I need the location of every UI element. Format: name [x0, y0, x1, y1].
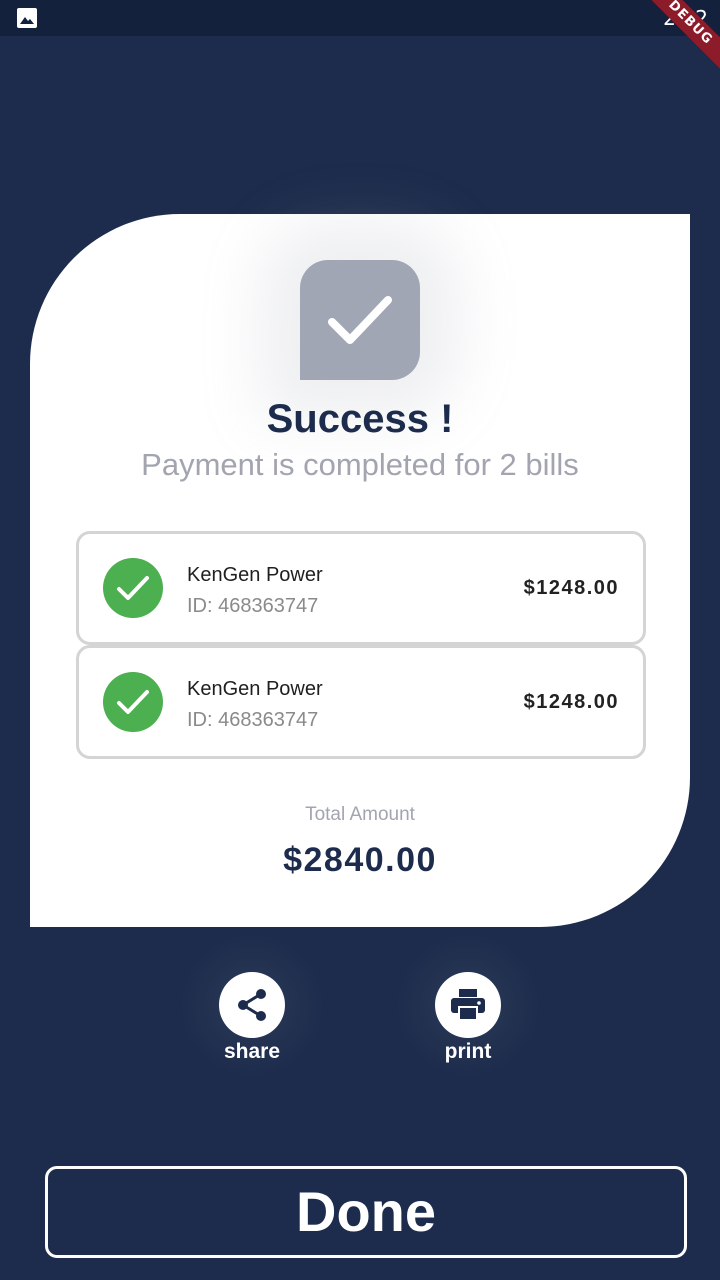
receipt-card: Success ! Payment is completed for 2 bil…	[30, 214, 690, 927]
print-icon	[451, 989, 485, 1021]
success-badge	[300, 260, 420, 380]
print-label: print	[444, 1040, 492, 1063]
image-icon	[17, 8, 37, 28]
check-circle-icon	[103, 558, 163, 618]
check-icon	[328, 296, 392, 344]
bill-amount: $1248.00	[523, 691, 619, 713]
total-label: Total Amount	[305, 804, 415, 825]
bill-amount: $1248.00	[523, 577, 619, 599]
total-amount: $2840.00	[283, 841, 437, 879]
share-button[interactable]: share	[202, 972, 302, 1064]
page-title: Success !	[266, 397, 454, 441]
bill-id: ID: 468363747	[187, 709, 319, 731]
print-button[interactable]: print	[418, 972, 518, 1064]
status-bar: 2:52	[0, 0, 720, 36]
share-label: share	[223, 1040, 281, 1063]
bill-name: KenGen Power	[187, 564, 323, 586]
share-icon	[238, 989, 266, 1021]
bill-item: KenGen Power ID: 468363747 $1248.00	[76, 645, 646, 759]
bill-item: KenGen Power ID: 468363747 $1248.00	[76, 531, 646, 645]
done-button[interactable]: Done	[45, 1166, 687, 1258]
check-circle-icon	[103, 672, 163, 732]
bill-name: KenGen Power	[187, 678, 323, 700]
page-subtitle: Payment is completed for 2 bills	[141, 447, 579, 482]
bill-id: ID: 468363747	[187, 595, 319, 617]
